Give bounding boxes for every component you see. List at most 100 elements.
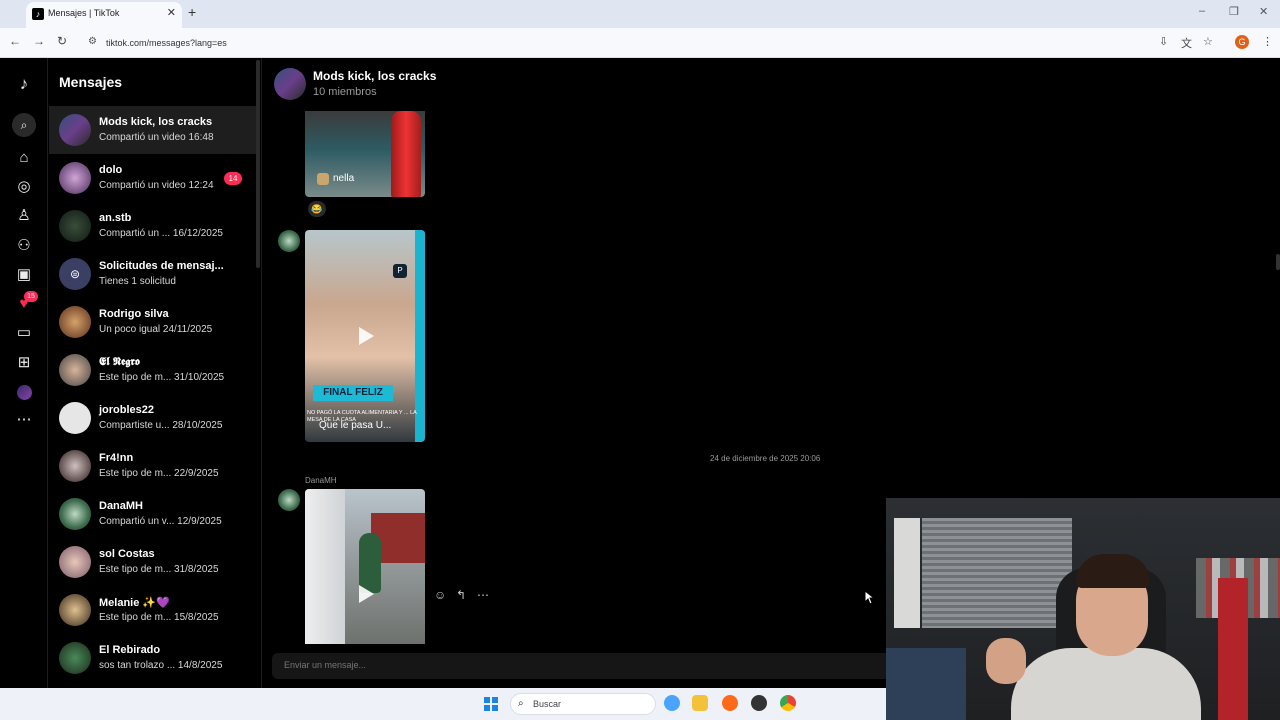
conversation-name: Solicitudes de mensaj... [99, 260, 224, 272]
react-emoji-icon[interactable]: ☺ [434, 588, 446, 602]
live-icon[interactable]: ▣ [14, 265, 34, 285]
tab-close-icon[interactable]: ✕ [167, 6, 176, 19]
conversation-preview: Este tipo de m... 31/10/2025 [99, 372, 225, 383]
conversation-name: Rodrigo silva [99, 308, 169, 320]
conversation-preview: Compartiste u... 28/10/2025 [99, 420, 223, 431]
video-thumbnail-wall [305, 489, 345, 644]
sender-avatar[interactable] [278, 230, 300, 252]
sender-avatar[interactable] [278, 489, 300, 511]
conversation-item[interactable]: Fr4!nn Este tipo de m... 22/9/2025 [49, 442, 256, 490]
taskbar-search-label: Buscar [533, 699, 562, 709]
conversation-item[interactable]: DanaMH Compartió un v... 12/9/2025 [49, 490, 256, 538]
avatar [59, 594, 91, 626]
following-icon[interactable]: ♙ [14, 206, 34, 226]
video-thumbnail-bottle [391, 111, 421, 197]
reply-icon[interactable]: ↰ [456, 588, 466, 602]
messages-icon[interactable]: ▭ [14, 323, 34, 343]
file-explorer-icon[interactable] [692, 695, 708, 711]
obs-icon[interactable] [751, 695, 767, 711]
conversation-item[interactable]: an.stb Compartió un ... 16/12/2025 [49, 202, 256, 250]
conversation-item[interactable]: sol Costas Este tipo de m... 31/8/2025 [49, 538, 256, 586]
explore-icon[interactable]: ◎ [14, 177, 34, 197]
conversation-item[interactable]: 𝕰𝖑 𝕹𝖊𝖌𝖗𝖔 Este tipo de m... 31/10/2025 [49, 346, 256, 394]
video-banner: FINAL FELIZ [313, 385, 393, 401]
webcam-person-hand [986, 638, 1026, 684]
conversation-preview: Este tipo de m... 15/8/2025 [99, 612, 219, 623]
conversation-item[interactable]: Mods kick, los cracks Compartió un video… [49, 106, 256, 154]
conversation-item[interactable]: El Rebirado sos tan trolazo ... 14/8/202… [49, 634, 256, 682]
unread-badge: 14 [224, 172, 242, 185]
mouse-cursor-icon [864, 590, 874, 605]
avatar [59, 306, 91, 338]
conversation-list-scrollbar[interactable] [256, 60, 260, 268]
conversation-preview: Este tipo de m... 22/9/2025 [99, 468, 219, 479]
more-options-icon[interactable]: ⋯ [477, 588, 489, 602]
address-bar[interactable]: ⚙ tiktok.com/messages?lang=es [78, 32, 1148, 54]
message-input[interactable] [284, 660, 401, 670]
chrome-icon[interactable] [780, 695, 796, 711]
friends-icon[interactable]: ⚇ [14, 236, 34, 256]
upload-icon[interactable]: ⊞ [14, 353, 34, 373]
bookmark-star-icon[interactable]: ☆ [1203, 35, 1213, 48]
windows-start-icon[interactable] [484, 697, 498, 711]
browser-tab[interactable]: ♪ Mensajes | TikTok ✕ [26, 2, 182, 28]
conversation-name: sol Costas [99, 548, 155, 560]
maximize-icon[interactable]: ❐ [1229, 5, 1239, 18]
play-icon [359, 585, 374, 603]
video-title: Que le pasa U... [319, 420, 392, 431]
avatar [59, 354, 91, 386]
new-tab-button[interactable]: + [188, 4, 196, 20]
webcam-window-light [894, 518, 920, 628]
conversation-name: Mods kick, los cracks [99, 116, 213, 128]
forward-icon[interactable]: → [33, 34, 45, 48]
conversation-preview: Compartió un v... 12/9/2025 [99, 516, 222, 527]
conversation-item[interactable]: dolo Compartió un video 12:24 14 [49, 154, 256, 202]
back-icon[interactable]: ← [9, 34, 21, 48]
message-composer[interactable] [272, 653, 892, 679]
tab-title: Mensajes | TikTok [48, 8, 120, 18]
conversation-item[interactable]: Melanie ✨💜 Este tipo de m... 15/8/2025 [49, 586, 256, 634]
video-thumbnail-person [359, 533, 381, 593]
webcam-window-blinds [922, 518, 1072, 628]
group-avatar[interactable] [274, 68, 306, 100]
chat-title[interactable]: Mods kick, los cracks [313, 69, 436, 83]
conversation-item[interactable]: ⊜ Solicitudes de mensaj... Tienes 1 soli… [49, 250, 256, 298]
conversation-preview: Este tipo de m... 31/8/2025 [99, 564, 219, 575]
tiktok-logo-icon[interactable]: ♪ [14, 74, 34, 94]
avatar [59, 402, 91, 434]
shared-video[interactable]: nella [305, 111, 425, 197]
browser-tab-bar: ♪ Mensajes | TikTok ✕ + ‒ ❐ ✕ [0, 0, 1280, 28]
conversation-preview: Compartió un ... 16/12/2025 [99, 228, 223, 239]
reload-icon[interactable]: ↻ [57, 34, 67, 48]
shared-video[interactable]: P FINAL FELIZ NO PAGÓ LA CUOTA ALIMENTAR… [305, 230, 425, 442]
window-close-icon[interactable]: ✕ [1259, 5, 1268, 18]
conversation-item[interactable]: jorobles22 Compartiste u... 28/10/2025 [49, 394, 256, 442]
message-requests-icon: ⊜ [59, 258, 91, 290]
copilot-icon[interactable] [664, 695, 680, 711]
chat-member-count: 10 miembros [313, 86, 377, 98]
conversation-item[interactable]: Rodrigo silva Un poco igual 24/11/2025 [49, 298, 256, 346]
taskbar-search[interactable]: ⌕ Buscar [510, 693, 656, 715]
shared-video[interactable] [305, 489, 425, 644]
install-app-icon[interactable]: ⇩ [1159, 35, 1168, 48]
site-info-icon[interactable]: ⚙ [88, 36, 97, 47]
message-reaction[interactable]: 😂 [308, 201, 326, 217]
tiktok-nav-rail: ♪ ⌕ ⌂ ◎ ♙ ⚇ ▣ ♥ 15 ▭ ⊞ ⋯ [0, 58, 48, 688]
browser-menu-icon[interactable]: ⋮ [1262, 35, 1273, 48]
translate-icon[interactable]: 文 [1181, 35, 1192, 51]
more-icon[interactable]: ⋯ [14, 410, 34, 430]
webcam-scarf [1218, 578, 1248, 720]
firefox-icon[interactable] [722, 695, 738, 711]
conversation-preview: sos tan trolazo ... 14/8/2025 [99, 660, 223, 671]
home-icon[interactable]: ⌂ [14, 148, 34, 168]
conversation-name: 𝕰𝖑 𝕹𝖊𝖌𝖗𝖔 [99, 356, 140, 368]
url-text[interactable]: tiktok.com/messages?lang=es [106, 38, 227, 48]
avatar [59, 642, 91, 674]
browser-profile-avatar[interactable]: G [1235, 35, 1249, 49]
minimize-icon[interactable]: ‒ [1199, 5, 1205, 17]
video-author-avatar [317, 173, 329, 185]
search-icon[interactable]: ⌕ [14, 115, 34, 135]
chat-scrollbar[interactable] [1276, 254, 1280, 270]
profile-avatar[interactable] [17, 385, 32, 400]
conversation-preview: Tienes 1 solicitud [99, 276, 176, 287]
